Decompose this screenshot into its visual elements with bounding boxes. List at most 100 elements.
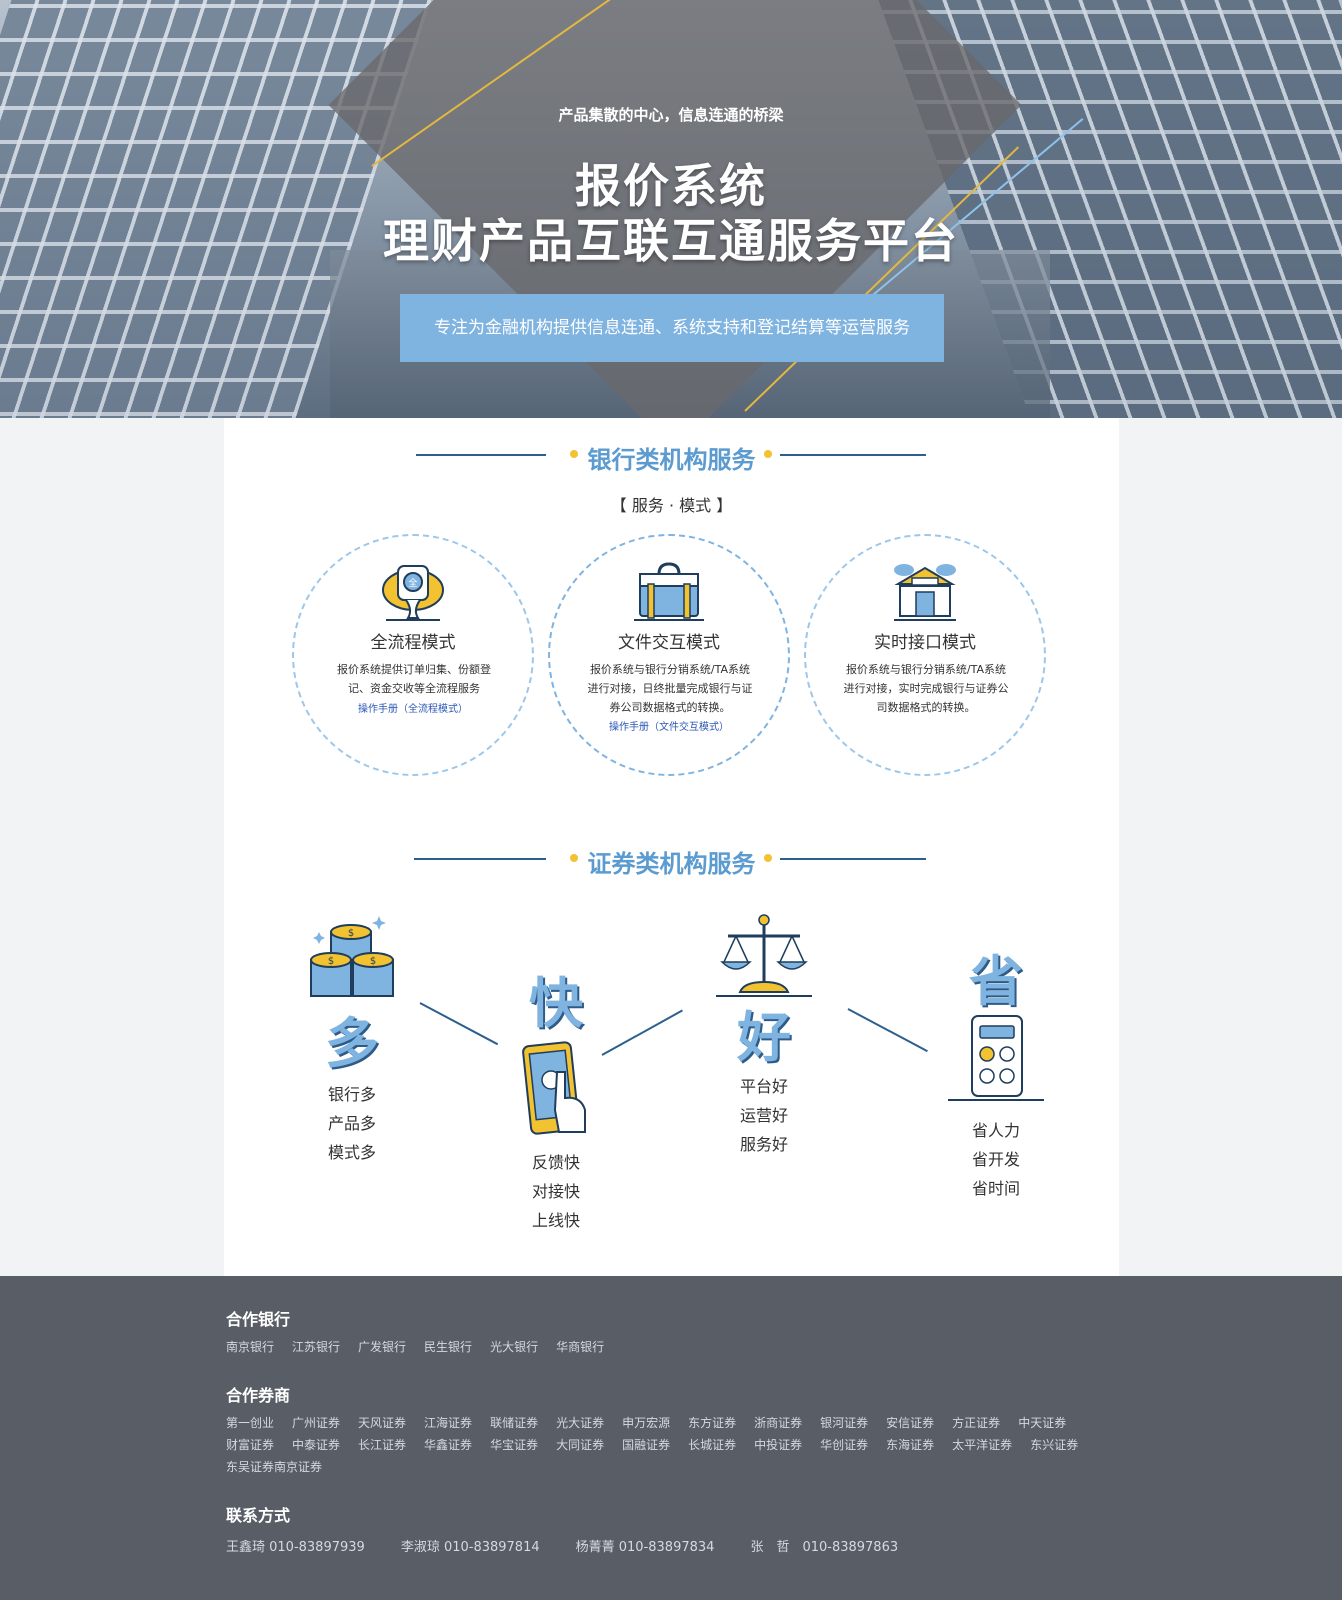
title-line-right <box>780 454 926 456</box>
manual-link-full-process[interactable]: 操作手册（全流程模式） <box>294 700 532 715</box>
partner-broker-name: 东吴证券南京证券 <box>226 1460 323 1474</box>
mode-title: 文件交互模式 <box>618 633 720 653</box>
feature-line: 省时间 <box>971 1179 1020 1198</box>
calculator-icon <box>948 1015 1044 1101</box>
feature-big-char: 快 <box>529 972 583 1035</box>
feature-more: $ $ $ 多 银行多 产品多 模式多 <box>292 910 412 1167</box>
partner-broker-name: 中泰证券 <box>292 1438 341 1452</box>
svg-text:全: 全 <box>408 577 417 589</box>
feature-big-char: 好 <box>737 1006 791 1069</box>
partner-brokers-row: 第一创业 广州证券 天风证券 江海证券 联储证券 光大证券 申万宏源 东方证券 浙商证券 银河证券… <box>226 1414 1084 1431</box>
contact-list: 王鑫琦 010-83897939 李淑琼 010-83897814 杨菁菁 010-… <box>226 1536 934 1555</box>
partner-broker-name: 广州证券 <box>292 1416 341 1430</box>
partner-broker-name: 华鑫证券 <box>424 1438 473 1452</box>
contact-heading: 联系方式 <box>226 1506 291 1525</box>
feature-fast: 快 反馈快 对接快 上线快 <box>496 974 616 1235</box>
feature-line: 平台好 <box>739 1077 788 1096</box>
feature-lines: 反馈快 对接快 上线快 <box>496 1148 616 1235</box>
trophy-coin-icon: 全 <box>382 565 444 621</box>
feature-lines: 省人力 省开发 省时间 <box>936 1116 1056 1203</box>
hero-slogan: 产品集散的中心，信息连通的桥梁 <box>558 106 784 124</box>
feature-line: 模式多 <box>327 1143 376 1162</box>
partner-broker-name: 中天证券 <box>1018 1416 1067 1430</box>
partner-broker-name: 天风证券 <box>358 1416 407 1430</box>
feature-good: 好 平台好 运营好 服务好 <box>704 912 824 1159</box>
partner-broker-name: 浙商证券 <box>754 1416 803 1430</box>
partner-broker-name: 联储证券 <box>490 1416 539 1430</box>
partner-bank-name: 广发银行 <box>358 1340 407 1354</box>
mode-circle-file-exchange: 文件交互模式 报价系统与银行分销系统/TA系统进行对接，日终批量完成银行与证券公… <box>548 534 790 776</box>
hero-tagline: 专注为金融机构提供信息连通、系统支持和登记结算等运营服务 <box>400 294 944 362</box>
partner-broker-name: 安信证券 <box>886 1416 935 1430</box>
section-title-text: 银行类机构服务 <box>587 446 756 474</box>
manual-link-file-exchange[interactable]: 操作手册（文件交互模式） <box>550 718 788 733</box>
bank-section-title: 银行类机构服务 <box>224 440 1119 474</box>
partner-bank-name: 南京银行 <box>226 1340 275 1354</box>
partner-broker-name: 江海证券 <box>424 1416 473 1430</box>
partner-broker-name: 大同证券 <box>556 1438 605 1452</box>
mode-description: 报价系统与银行分销系统/TA系统进行对接，日终批量完成银行与证券公司数据格式的转… <box>587 663 753 714</box>
service-mode-subtitle: 【 服务 · 模式 】 <box>610 496 733 515</box>
title-dot <box>764 854 772 862</box>
mode-description: 报价系统与银行分销系统/TA系统进行对接，实时完成银行与证券公司数据格式的转换。 <box>843 663 1009 714</box>
feature-big-char: 多 <box>325 1012 379 1075</box>
feature-line: 服务好 <box>739 1135 788 1154</box>
mode-title: 实时接口模式 <box>874 633 976 653</box>
connector-line <box>847 1008 928 1053</box>
mode-description: 报价系统提供订单归集、份额登记、资金交收等全流程服务 <box>337 663 491 695</box>
hero-banner: 产品集散的中心，信息连通的桥梁 报价系统 理财产品互联互通服务平台 专注为金融机… <box>0 0 1342 418</box>
partner-broker-name: 东海证券 <box>886 1438 935 1452</box>
scale-icon <box>716 914 812 997</box>
partner-bank-name: 民生银行 <box>424 1340 473 1354</box>
contact-entry: 杨菁菁 010-83897834 <box>575 1540 715 1555</box>
mode-title: 全流程模式 <box>370 633 456 653</box>
securities-section-title: 证券类机构服务 <box>224 844 1119 878</box>
partner-broker-name: 银河证券 <box>820 1416 869 1430</box>
coins-stack-icon: $ $ $ <box>310 916 394 997</box>
partner-bank-name: 江苏银行 <box>292 1340 341 1354</box>
partner-bank-name: 光大银行 <box>490 1340 539 1354</box>
feature-line: 运营好 <box>739 1106 788 1125</box>
title-line-right <box>780 858 926 860</box>
page: 产品集散的中心，信息连通的桥梁 报价系统 理财产品互联互通服务平台 专注为金融机… <box>0 0 1342 1600</box>
feature-lines: 平台好 运营好 服务好 <box>704 1072 824 1159</box>
svg-text:$: $ <box>328 956 334 967</box>
section-title-text: 证券类机构服务 <box>587 850 756 878</box>
hero-title-line2: 理财产品互联互通服务平台 <box>383 214 959 268</box>
feature-line: 产品多 <box>327 1114 376 1133</box>
feature-line: 省人力 <box>971 1121 1020 1140</box>
feature-big-char: 省 <box>969 950 1023 1013</box>
partner-broker-name: 第一创业 <box>226 1416 275 1430</box>
feature-line: 对接快 <box>531 1182 580 1201</box>
partner-brokers-row: 财富证券 中泰证券 长江证券 华鑫证券 华宝证券 大同证券 国融证券 长城证券 中投证券 华创证券… <box>226 1436 1096 1453</box>
partner-broker-name: 华宝证券 <box>490 1438 539 1452</box>
partner-broker-name: 东方证券 <box>688 1416 737 1430</box>
bank-building-icon <box>894 564 956 621</box>
feature-line: 上线快 <box>531 1211 580 1230</box>
phone-tap-icon <box>522 1041 586 1135</box>
partner-broker-name: 财富证券 <box>226 1438 275 1452</box>
partner-brokers-row: 东吴证券南京证券 <box>226 1458 340 1475</box>
partner-broker-name: 光大证券 <box>556 1416 605 1430</box>
partner-broker-name: 长江证券 <box>358 1438 407 1452</box>
contact-entry: 王鑫琦 010-83897939 <box>226 1540 365 1555</box>
content-card: 银行类机构服务 【 服务 · 模式 】 全 全流程模式 报价系统提供订单归集、份… <box>224 418 1119 1276</box>
partner-broker-name: 华创证券 <box>820 1438 869 1452</box>
partner-broker-name: 国融证券 <box>622 1438 671 1452</box>
partner-broker-name: 东兴证券 <box>1030 1438 1079 1452</box>
partner-bank-name: 华商银行 <box>556 1340 605 1354</box>
briefcase-icon <box>634 562 704 621</box>
title-dot <box>764 450 772 458</box>
feature-line: 反馈快 <box>531 1153 580 1172</box>
feature-line: 银行多 <box>327 1085 376 1104</box>
feature-lines: 银行多 产品多 模式多 <box>292 1080 412 1167</box>
partner-banks-heading: 合作银行 <box>226 1310 291 1329</box>
partner-banks-list: 南京银行 江苏银行 广发银行 民生银行 光大银行 华商银行 <box>226 1338 622 1355</box>
svg-text:$: $ <box>370 956 376 967</box>
partner-broker-name: 方正证券 <box>952 1416 1001 1430</box>
partner-broker-name: 申万宏源 <box>622 1416 671 1430</box>
feature-save: 省 省人力 省开发 省时间 <box>936 952 1056 1203</box>
svg-text:$: $ <box>348 928 354 939</box>
contact-entry: 李淑琼 010-83897814 <box>400 1540 540 1555</box>
footer: 合作银行 南京银行 江苏银行 广发银行 民生银行 光大银行 华商银行 合作券商 第一创业 广… <box>0 1276 1342 1600</box>
